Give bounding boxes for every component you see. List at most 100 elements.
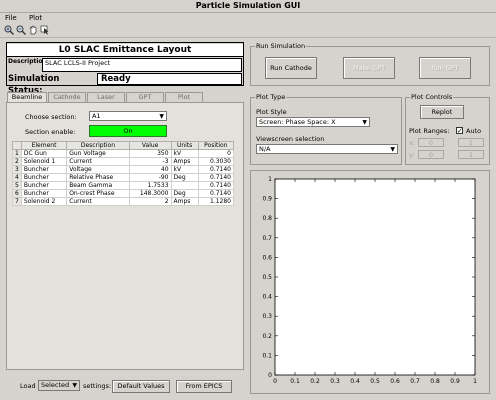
cell-value[interactable]: 40	[128, 165, 172, 174]
cell-units[interactable]: Amps	[170, 157, 199, 166]
tab-laser[interactable]: Laser	[87, 92, 125, 102]
tab-gpt[interactable]: GPT	[126, 92, 164, 102]
cell-element[interactable]: Buncher	[20, 165, 68, 174]
table-row[interactable]: 7 Solenoid 2 Current 2 Amps 1.1280	[12, 197, 235, 206]
x-tick-label: 0.3	[330, 378, 340, 385]
cell-element[interactable]: Solenoid 2	[20, 197, 68, 206]
x-tick-label: 0.7	[410, 378, 420, 385]
plot-type-group: Plot Type Plot Style Screen: Phase Space…	[250, 93, 402, 165]
row-index: 7	[12, 197, 22, 206]
cell-units[interactable]: Deg	[170, 189, 199, 198]
y-tick-label: 0.7	[262, 235, 272, 242]
cell-units[interactable]: Deg	[170, 173, 199, 182]
run-cathode-button[interactable]: Run Cathode	[265, 57, 317, 79]
cell-value[interactable]: 148.3000	[128, 189, 172, 198]
run-gpt-button[interactable]: Run GPT	[419, 57, 471, 79]
y-tick-label: 0.3	[262, 313, 272, 320]
chevron-down-icon: ▼	[390, 146, 395, 153]
y-max-field[interactable]: 1	[458, 150, 484, 159]
cell-units[interactable]	[170, 181, 199, 190]
description-field[interactable]: SLAC LCLS-II Project	[42, 58, 242, 72]
cell-description[interactable]: Current	[66, 157, 130, 166]
load-label: Load	[20, 382, 36, 390]
cell-position[interactable]: 0.3030	[197, 157, 235, 166]
cell-position[interactable]: 1.1280	[197, 197, 235, 206]
cell-units[interactable]: kV	[170, 149, 199, 158]
cell-position[interactable]: 0.7140	[197, 165, 235, 174]
cell-units[interactable]: kV	[170, 165, 199, 174]
column-header-value[interactable]: Value	[128, 141, 172, 150]
menu-plot[interactable]: Plot	[24, 13, 47, 23]
from-epics-button[interactable]: From EPICS	[176, 380, 232, 393]
cell-position[interactable]: 0.7140	[197, 189, 235, 198]
cell-position[interactable]: 0	[197, 149, 235, 158]
run-simulation-group: Run Simulation Run Cathode Make GPT Run …	[250, 42, 490, 86]
cell-description[interactable]: Current	[66, 197, 130, 206]
cell-value[interactable]: 1.7533	[128, 181, 172, 190]
table-row[interactable]: 2 Solenoid 1 Current -3 Amps 0.3030	[12, 157, 235, 166]
cell-value[interactable]: 350	[128, 149, 172, 158]
status-value: Ready	[97, 73, 242, 85]
cell-element[interactable]: DC Gun	[20, 149, 68, 158]
tab-plot[interactable]: Plot	[165, 92, 203, 102]
cell-position[interactable]: 0.7140	[197, 181, 235, 190]
cell-value[interactable]: -90	[128, 173, 172, 182]
cell-element[interactable]: Buncher	[20, 181, 68, 190]
pan-icon[interactable]	[28, 25, 38, 35]
table-row[interactable]: 5 Buncher Beam Gamma 1.7533 0.7140	[12, 181, 235, 190]
row-index: 5	[12, 181, 22, 190]
layout-title: L0 SLAC Emittance Layout	[7, 44, 243, 57]
menu-file[interactable]: File	[0, 13, 22, 23]
cell-value[interactable]: -3	[128, 157, 172, 166]
viewscreen-select[interactable]: N/A ▼	[256, 144, 398, 154]
cell-element[interactable]: Buncher	[20, 173, 68, 182]
cell-description[interactable]: Relative Phase	[66, 173, 130, 182]
table-row[interactable]: 3 Buncher Voltage 40 kV 0.7140	[12, 165, 235, 174]
row-index-header	[12, 141, 22, 150]
zoom-in-icon[interactable]	[4, 25, 14, 35]
plot-canvas[interactable]: 0 0.1 0.2 0.3 0.4 0.5 0.6 0.7 0.8 0.9 1 0 0.1 0.2 0.3 0…	[251, 171, 489, 393]
zoom-out-icon[interactable]	[16, 25, 26, 35]
column-header-position[interactable]: Position	[197, 141, 235, 150]
table-row[interactable]: 4 Buncher Relative Phase -90 Deg 0.7140	[12, 173, 235, 182]
plot-ranges-label: Plot Ranges:	[409, 127, 450, 135]
table-row[interactable]: 1 DC Gun Gun Voltage 350 kV 0	[12, 149, 235, 158]
cell-description[interactable]: Gun Voltage	[66, 149, 130, 158]
plot-axes-box	[274, 178, 476, 376]
cell-element[interactable]: Buncher	[20, 189, 68, 198]
y-min-field[interactable]: 0	[418, 150, 444, 159]
section-select[interactable]: A1 ▼	[89, 111, 167, 121]
cell-description[interactable]: Beam Gamma	[66, 181, 130, 190]
x-tick-label: 0.6	[390, 378, 400, 385]
column-header-description[interactable]: Description	[66, 141, 130, 150]
y-tick-label: 0.1	[262, 352, 272, 359]
make-gpt-button[interactable]: Make GPT	[343, 57, 395, 79]
plot-style-select[interactable]: Screen: Phase Space: X ▼	[256, 117, 370, 127]
cell-position[interactable]: 0.7140	[197, 173, 235, 182]
cell-value[interactable]: 2	[128, 197, 172, 206]
x-tick-label: 0.2	[310, 378, 320, 385]
replot-button[interactable]: Replot	[420, 105, 464, 119]
row-index: 6	[12, 189, 22, 198]
cell-units[interactable]: Amps	[170, 197, 199, 206]
cell-description[interactable]: Voltage	[66, 165, 130, 174]
y-tick-label: 0.4	[262, 294, 272, 301]
data-cursor-icon[interactable]	[40, 25, 50, 35]
load-select[interactable]: Selected ▼	[38, 380, 80, 391]
auto-checkbox[interactable]: ✓	[456, 127, 463, 135]
row-index: 4	[12, 173, 22, 182]
plot-type-legend: Plot Type	[255, 93, 287, 101]
tab-cathode[interactable]: Cathode	[48, 92, 86, 102]
section-enable-toggle[interactable]: On	[89, 125, 167, 137]
table-row[interactable]: 6 Buncher On-crest Phase 148.3000 Deg 0.…	[12, 189, 235, 198]
column-header-element[interactable]: Element	[20, 141, 68, 150]
column-header-units[interactable]: Units	[170, 141, 199, 150]
x-min-field[interactable]: 0	[418, 138, 444, 147]
x-tick-label: 0.4	[350, 378, 360, 385]
default-values-button[interactable]: Default Values	[112, 380, 170, 393]
cell-element[interactable]: Solenoid 1	[20, 157, 68, 166]
cell-description[interactable]: On-crest Phase	[66, 189, 130, 198]
x-tick-label: 0.5	[370, 378, 380, 385]
plot-controls-legend: Plot Controls	[410, 93, 454, 101]
x-max-field[interactable]: 1	[458, 138, 484, 147]
